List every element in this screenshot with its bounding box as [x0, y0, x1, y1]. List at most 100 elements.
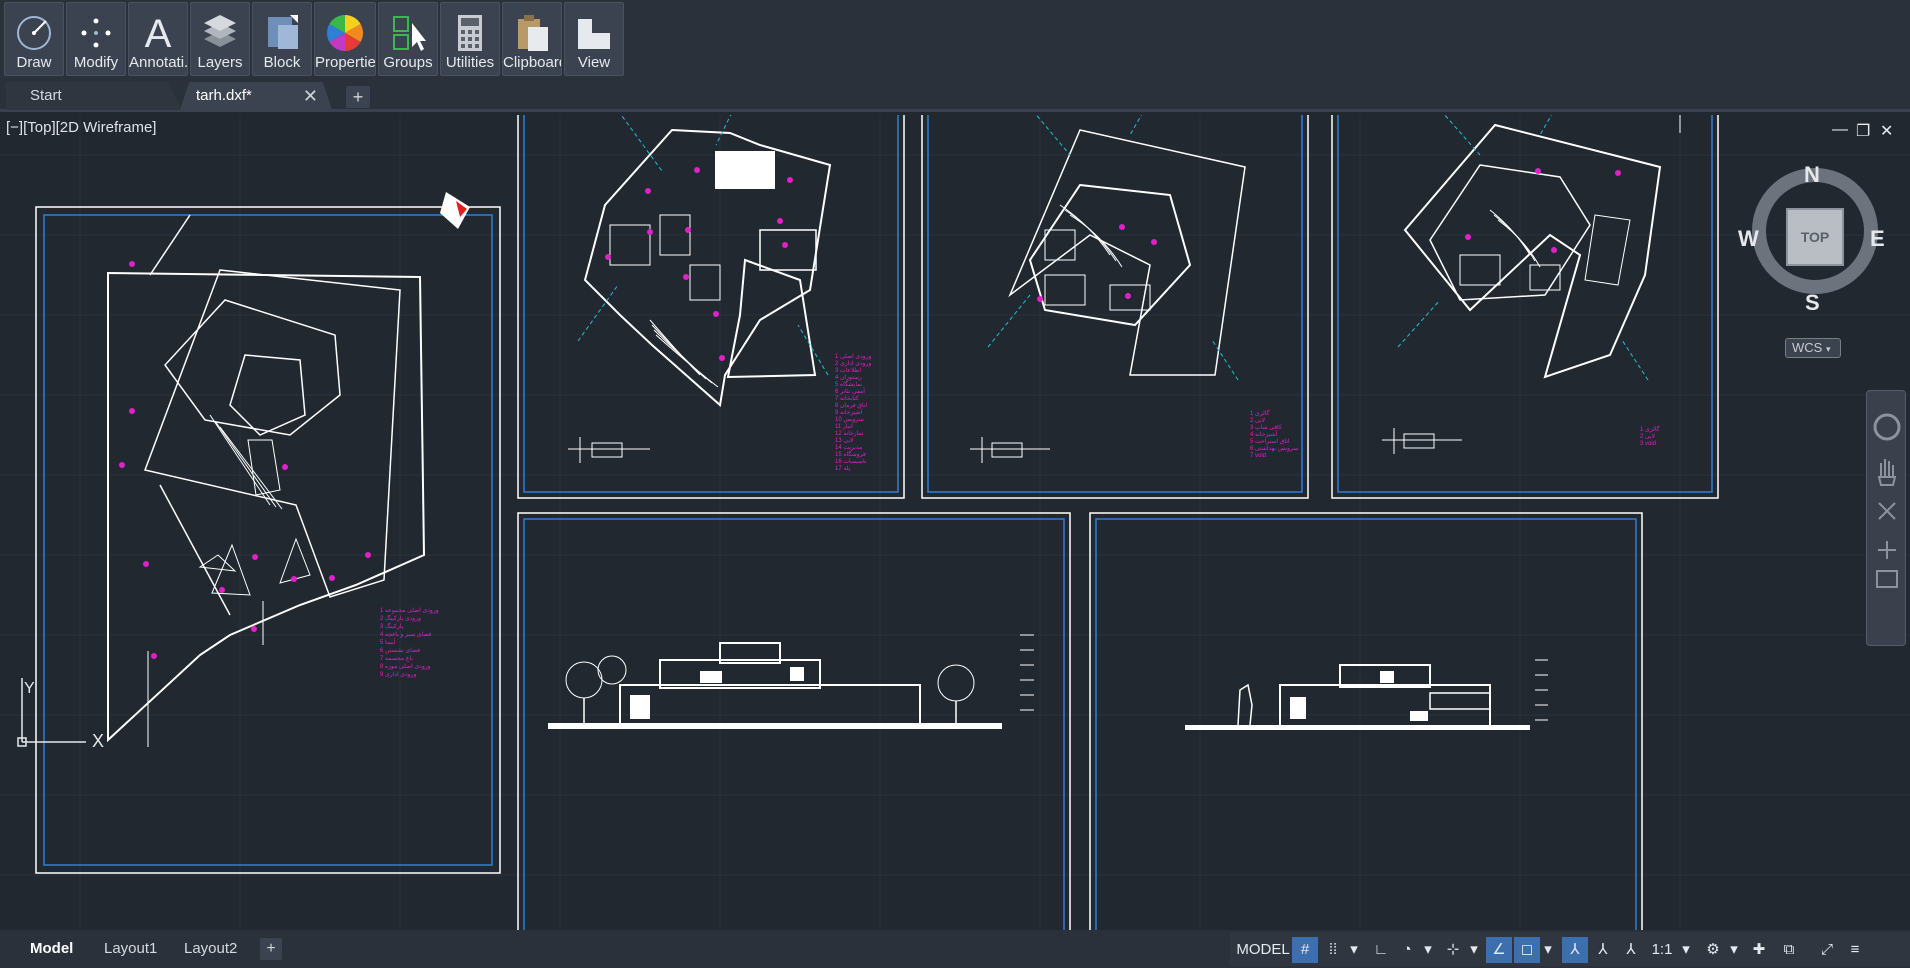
draw-button[interactable]: Draw — [4, 2, 64, 76]
clipboard-button[interactable]: Clipboard — [502, 2, 562, 76]
groups-label: Groups — [383, 54, 433, 71]
isodraft-icon[interactable]: ⊹ — [1440, 937, 1466, 963]
sheet-section-b — [1089, 512, 1643, 930]
close-tab-icon[interactable]: ✕ — [303, 82, 318, 110]
grid-icon[interactable]: # — [1292, 937, 1318, 963]
drawing-viewport[interactable]: 1 ورودی اصلی مجموعه 2 ورودی پارکینگ 3 پا… — [0, 115, 1910, 930]
navbar-icons — [1873, 413, 1901, 588]
modify-move-icon — [81, 18, 111, 48]
object-snap-icon[interactable]: ◻ — [1514, 937, 1540, 963]
view-icon — [578, 19, 610, 49]
add-layout-button[interactable]: + — [260, 938, 282, 960]
restore-viewport-icon[interactable]: ❐ — [1856, 121, 1870, 141]
svg-text:7 void: 7 void — [1250, 453, 1266, 459]
block-label: Block — [263, 54, 301, 71]
chevron-down-icon[interactable]: ▾ — [1420, 937, 1436, 963]
view-button[interactable]: View — [564, 2, 624, 76]
close-viewport-icon[interactable]: ✕ — [1880, 121, 1893, 141]
svg-text:13 لابی: 13 لابی — [835, 437, 853, 444]
svg-text:6 آمفی تئاتر: 6 آمفی تئاتر — [835, 387, 865, 395]
annotation-scale-icon[interactable]: ⅄ — [1618, 937, 1644, 963]
tab-file-label: tarh.dxf* — [196, 87, 252, 104]
pan-hand-icon[interactable] — [1877, 459, 1897, 486]
clean-screen-icon[interactable]: ⤢ — [1814, 937, 1840, 963]
properties-button[interactable]: Properties — [314, 2, 376, 76]
sheet-site-plan: 1 ورودی اصلی مجموعه 2 ورودی پارکینگ 3 پا… — [35, 192, 501, 874]
properties-label: Properties — [315, 54, 375, 71]
utilities-button[interactable]: Utilities — [440, 2, 500, 76]
object-snap-tracking-icon[interactable]: ∠ — [1486, 937, 1512, 963]
annotation-monitor-icon[interactable]: ✚ — [1746, 937, 1772, 963]
viewport-controls-label[interactable]: [−][Top][2D Wireframe] — [6, 119, 156, 136]
tab-start-label: Start — [30, 87, 62, 104]
tab-file[interactable]: tarh.dxf* ✕ — [180, 82, 332, 110]
layout-status-bar: Model Layout1 Layout2 + MODEL # ⁞⁞ ▾ ∟ ◔… — [0, 930, 1910, 968]
svg-text:1 ورودی اصلی مجموعه: 1 ورودی اصلی مجموعه — [380, 607, 439, 614]
utilities-label: Utilities — [445, 54, 495, 71]
sheet-first-floor-plan: 1 گالری2 لابی3 کافی شاپ4 آشپزخانه5 اتاق … — [921, 115, 1309, 499]
group-icon — [393, 16, 426, 51]
view-label: View — [577, 54, 611, 71]
block-button[interactable]: Block — [252, 2, 312, 76]
modify-button[interactable]: Modify — [66, 2, 126, 76]
layers-button[interactable]: Layers — [190, 2, 250, 76]
svg-text:2 لابی: 2 لابی — [1250, 417, 1265, 424]
compass-south[interactable]: S — [1805, 290, 1820, 316]
svg-text:14 مدیریت: 14 مدیریت — [835, 445, 862, 451]
compass-east[interactable]: E — [1870, 226, 1885, 252]
svg-text:6 سرویس بهداشتی: 6 سرویس بهداشتی — [1250, 445, 1298, 452]
new-tab-button[interactable]: + — [346, 86, 370, 108]
customize-menu-icon[interactable]: ≡ — [1842, 937, 1868, 963]
showmotion-icon[interactable] — [1876, 570, 1898, 588]
annotation-visibility-icon[interactable]: ⅄ — [1562, 937, 1588, 963]
ortho-icon[interactable]: ∟ — [1368, 937, 1394, 963]
tab-layout1[interactable]: Layout1 — [104, 936, 157, 962]
compass-north[interactable]: N — [1804, 162, 1820, 188]
ucs-x-label: X — [92, 731, 104, 751]
wcs-label: WCS — [1792, 340, 1823, 355]
svg-text:5 آبنما: 5 آبنما — [380, 638, 396, 646]
zoom-extents-icon[interactable] — [1878, 502, 1896, 520]
svg-text:7 باغ مجسمه: 7 باغ مجسمه — [380, 655, 413, 662]
compass-west[interactable]: W — [1738, 226, 1759, 252]
chevron-down-icon[interactable]: ▾ — [1346, 937, 1362, 963]
svg-text:3 void: 3 void — [1640, 441, 1656, 447]
draw-label: Draw — [16, 54, 52, 71]
autoscale-icon[interactable]: ⅄ — [1590, 937, 1616, 963]
svg-text:1 ورودی اصلی: 1 ورودی اصلی — [835, 353, 872, 360]
clipboard-icon — [518, 15, 548, 51]
wcs-menu[interactable]: WCS ▾ — [1785, 338, 1841, 358]
units-icon[interactable]: ⧉ — [1776, 937, 1802, 963]
steering-wheel-icon[interactable] — [1873, 413, 1901, 441]
sheet-second-floor-plan: 1 گالری2 لابی3 void — [1331, 115, 1719, 499]
tab-start[interactable]: Start — [6, 82, 182, 110]
layers-icon — [204, 15, 236, 47]
tab-layout2[interactable]: Layout2 — [184, 936, 237, 962]
chevron-down-icon[interactable]: ▾ — [1726, 937, 1742, 963]
snap-mode-icon[interactable]: ⁞⁞ — [1320, 937, 1346, 963]
annotation-scale-value[interactable]: 1:1 — [1644, 937, 1680, 963]
orbit-icon[interactable] — [1878, 541, 1896, 559]
svg-text:8 اتاق فرمان: 8 اتاق فرمان — [835, 402, 867, 409]
minimize-viewport-icon[interactable]: — — [1832, 121, 1848, 139]
svg-text:9 ورودی اداری: 9 ورودی اداری — [380, 671, 416, 678]
svg-text:8 ورودی اصلی موزه: 8 ورودی اصلی موزه — [380, 663, 431, 670]
ucs-y-label: Y — [24, 680, 35, 697]
viewcube-top-face[interactable]: TOP — [1786, 208, 1844, 266]
drawing-canvas[interactable]: 1 ورودی اصلی مجموعه 2 ورودی پارکینگ 3 پا… — [0, 115, 1910, 930]
groups-button[interactable]: Groups — [378, 2, 438, 76]
gear-icon[interactable]: ⚙ — [1700, 937, 1726, 963]
autocad-window: Draw Modify A Annotati... Layers Block — [0, 0, 1910, 968]
annotation-button[interactable]: A Annotati... — [128, 2, 188, 76]
tab-model[interactable]: Model — [30, 936, 73, 962]
chevron-down-icon[interactable]: ▾ — [1678, 937, 1694, 963]
svg-text:A: A — [145, 12, 172, 55]
model-space-button[interactable]: MODEL — [1236, 937, 1290, 963]
polar-tracking-icon[interactable]: ◔ — [1394, 937, 1420, 963]
svg-text:5 نمایشگاه: 5 نمایشگاه — [835, 380, 863, 388]
sheet-ground-floor-plan: 1 ورودی اصلی2 ورودی اداری3 اطلاعات4 رستو… — [517, 115, 905, 499]
svg-text:2 لابی: 2 لابی — [1640, 433, 1655, 440]
chevron-down-icon[interactable]: ▾ — [1466, 937, 1482, 963]
calculator-icon — [458, 15, 482, 51]
chevron-down-icon[interactable]: ▾ — [1540, 937, 1556, 963]
